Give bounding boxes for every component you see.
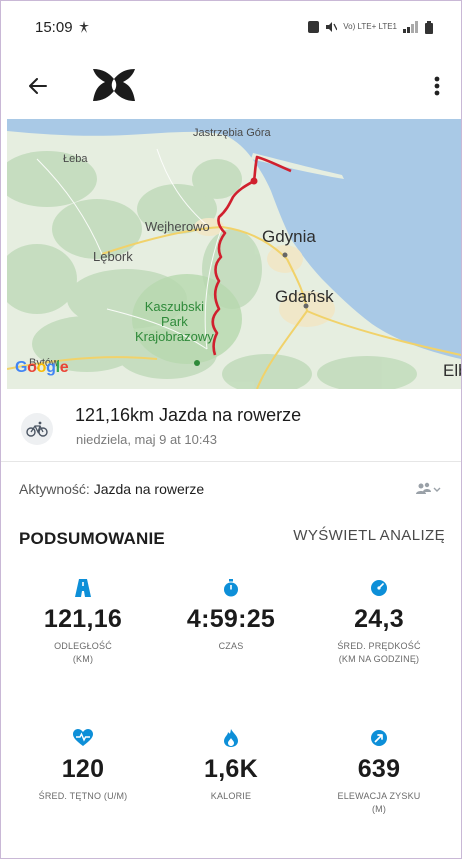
map-label-park: Kaszubski Park Krajobrazowy bbox=[135, 299, 214, 344]
back-button[interactable] bbox=[23, 71, 53, 101]
map-label-gdansk: Gdańsk bbox=[275, 287, 334, 306]
status-bar: 15:09 Vo) LTE+ LTE1 bbox=[1, 1, 461, 53]
stopwatch-icon bbox=[224, 579, 238, 597]
google-logo[interactable]: Google bbox=[15, 359, 69, 377]
activity-header: 121,16km Jazda na rowerze niedziela, maj… bbox=[1, 397, 461, 457]
app-screen: 15:09 Vo) LTE+ LTE1 Jastrzębia Góra Łeba… bbox=[0, 0, 462, 859]
more-options-button[interactable] bbox=[425, 71, 449, 101]
stat-avg-speed: 24,3 ŚRED. PRĘDKOŚĆ (KM NA GODZINĘ) bbox=[303, 579, 455, 666]
signal-icon bbox=[403, 21, 418, 33]
road-icon bbox=[75, 579, 91, 597]
stat-label: ŚRED. PRĘDKOŚĆ bbox=[337, 641, 421, 651]
flame-icon bbox=[224, 729, 238, 747]
map-label-leba: Łeba bbox=[63, 153, 88, 165]
privacy-selector[interactable] bbox=[413, 477, 443, 501]
network-label: Vo) LTE+ LTE1 bbox=[343, 22, 397, 31]
status-time: 15:09 bbox=[35, 18, 73, 36]
stat-value: 120 bbox=[61, 755, 105, 783]
city-dot-gdynia bbox=[282, 252, 288, 258]
activity-type-prefix: Aktywność: bbox=[19, 481, 94, 497]
battery-icon bbox=[425, 20, 433, 34]
route-start-marker bbox=[250, 177, 258, 185]
speed-gauge-icon bbox=[371, 580, 387, 596]
stat-value: 4:59:25 bbox=[186, 605, 276, 633]
status-left: 15:09 bbox=[35, 19, 89, 36]
map-label-elb: Elb bbox=[443, 361, 461, 380]
notification-icon bbox=[78, 21, 89, 33]
summary-header: PODSUMOWANIE WYŚWIETL ANALIZĘ bbox=[1, 517, 461, 561]
mute-icon bbox=[326, 22, 338, 32]
activity-date: niedziela, maj 9 at 10:43 bbox=[76, 432, 217, 447]
stat-time: 4:59:25 CZAS bbox=[155, 579, 307, 653]
stat-elevation: 639 ELEWACJA ZYSKU (M) bbox=[303, 729, 455, 816]
more-vertical-icon bbox=[434, 76, 440, 96]
stat-distance: 121,16 ODLEGŁOŚĆ (KM) bbox=[7, 579, 159, 666]
stat-value: 639 bbox=[357, 755, 401, 783]
view-analysis-link[interactable]: WYŚWIETL ANALIZĘ bbox=[293, 527, 445, 544]
summary-title: PODSUMOWANIE bbox=[19, 529, 165, 548]
stat-label: CZAS bbox=[218, 641, 244, 651]
route-end-marker bbox=[194, 360, 200, 366]
elevation-icon bbox=[371, 730, 387, 746]
stat-value: 121,16 bbox=[43, 605, 123, 633]
map-label-lebork: Lębork bbox=[93, 249, 133, 264]
map-label-gdynia: Gdynia bbox=[262, 227, 316, 246]
app-bar bbox=[1, 53, 461, 117]
activity-title: 121,16km Jazda na rowerze bbox=[75, 405, 302, 425]
stat-heart-rate: 120 ŚRED. TĘTNO (U/M) bbox=[7, 729, 159, 803]
alarm-icon bbox=[308, 21, 320, 33]
heart-rate-icon bbox=[73, 729, 93, 746]
activity-type-value: Jazda na rowerze bbox=[93, 481, 205, 497]
divider bbox=[1, 461, 461, 462]
arrow-left-icon bbox=[29, 78, 47, 94]
map-label-wejherowo: Wejherowo bbox=[145, 219, 210, 234]
stat-label: ODLEGŁOŚĆ bbox=[54, 641, 112, 651]
stat-calories: 1,6K KALORIE bbox=[155, 729, 307, 803]
route-map[interactable]: Jastrzębia Góra Łeba Wejherowo Gdynia Lę… bbox=[7, 119, 461, 389]
map-label-jastrzebia: Jastrzębia Góra bbox=[193, 127, 271, 139]
stat-unit: (KM NA GODZINĘ) bbox=[338, 654, 420, 664]
activity-type-label: Aktywność: Jazda na rowerze bbox=[19, 481, 204, 497]
stat-value: 24,3 bbox=[354, 605, 404, 633]
bicycle-icon bbox=[26, 421, 48, 437]
people-icon bbox=[416, 482, 441, 494]
status-icons: Vo) LTE+ LTE1 bbox=[308, 20, 433, 34]
activity-type-row: Aktywność: Jazda na rowerze bbox=[1, 471, 461, 505]
stat-unit: (KM) bbox=[72, 654, 94, 664]
under-armour-logo[interactable] bbox=[89, 67, 139, 103]
stat-label: ŚRED. TĘTNO (U/M) bbox=[38, 791, 128, 801]
stat-label: ELEWACJA ZYSKU bbox=[337, 791, 421, 801]
activity-type-badge bbox=[21, 413, 53, 445]
stat-label: KALORIE bbox=[210, 791, 252, 801]
stat-unit: (M) bbox=[371, 804, 387, 814]
stat-value: 1,6K bbox=[203, 755, 258, 783]
